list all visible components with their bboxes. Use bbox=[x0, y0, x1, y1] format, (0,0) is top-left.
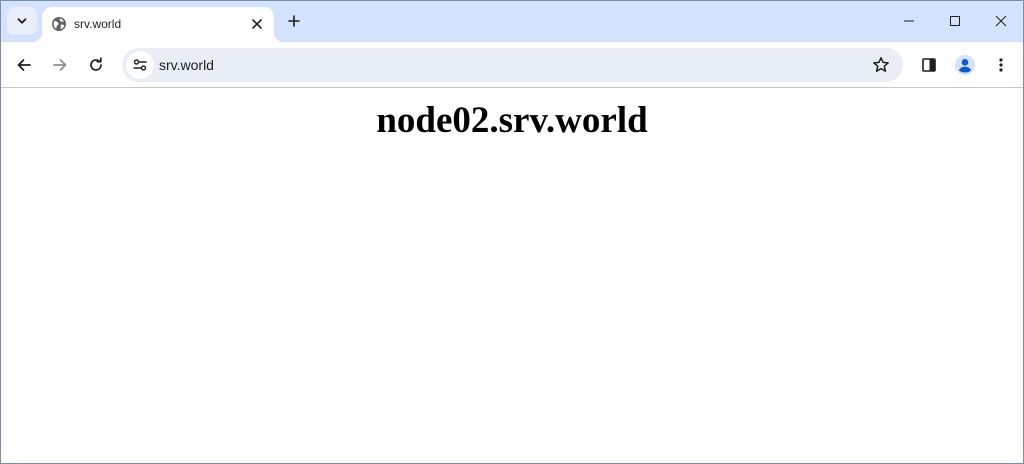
bookmark-button[interactable] bbox=[871, 55, 891, 75]
active-tab[interactable]: srv.world bbox=[32, 7, 284, 42]
reload-icon bbox=[90, 57, 102, 71]
minimize-button[interactable] bbox=[886, 1, 932, 41]
profile-icon bbox=[955, 55, 975, 75]
globe-icon bbox=[52, 17, 66, 31]
chevron-down-icon bbox=[17, 18, 27, 24]
side-panel-icon bbox=[922, 58, 936, 72]
minimize-icon bbox=[904, 20, 914, 22]
kebab-menu-icon bbox=[999, 58, 1003, 72]
page-heading: node02.srv.world bbox=[376, 100, 648, 141]
plus-icon bbox=[288, 15, 300, 27]
tab-close-button[interactable] bbox=[248, 15, 266, 33]
address-bar[interactable]: srv.world bbox=[122, 48, 903, 82]
maximize-icon bbox=[950, 16, 960, 26]
menu-button[interactable] bbox=[985, 49, 1017, 81]
arrow-right-icon bbox=[53, 59, 67, 71]
forward-button[interactable] bbox=[44, 49, 76, 81]
browser-window: srv.world srv.world node02.srv.world bbox=[0, 0, 1024, 464]
reload-button[interactable] bbox=[80, 49, 112, 81]
tab-title: srv.world bbox=[74, 17, 122, 31]
side-panel-button[interactable] bbox=[913, 49, 945, 81]
close-icon bbox=[252, 19, 262, 29]
page-content: node02.srv.world bbox=[1, 89, 1023, 463]
close-window-button[interactable] bbox=[978, 1, 1023, 41]
site-info-button[interactable] bbox=[126, 51, 154, 79]
navigation-toolbar: srv.world bbox=[1, 42, 1023, 88]
url-text[interactable]: srv.world bbox=[159, 57, 214, 73]
new-tab-button[interactable] bbox=[282, 9, 306, 33]
maximize-button[interactable] bbox=[932, 1, 978, 41]
back-button[interactable] bbox=[8, 49, 40, 81]
arrow-left-icon bbox=[17, 59, 31, 71]
profile-button[interactable] bbox=[949, 49, 981, 81]
tab-search-button[interactable] bbox=[7, 7, 37, 35]
star-icon bbox=[873, 57, 889, 72]
tab-strip: srv.world bbox=[1, 1, 1023, 42]
close-icon bbox=[995, 15, 1007, 27]
tune-icon bbox=[133, 59, 147, 71]
